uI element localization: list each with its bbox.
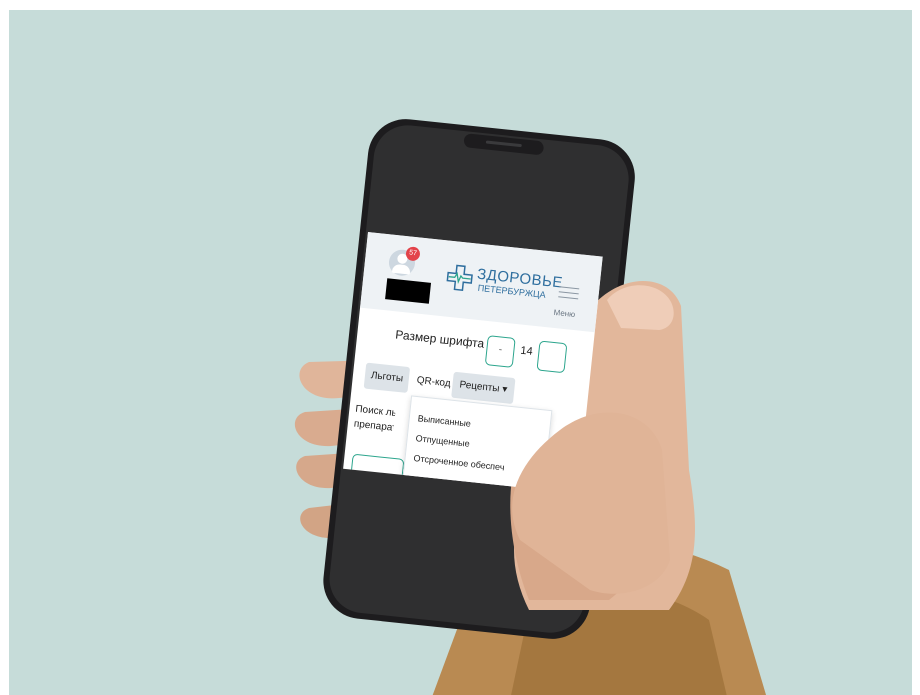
font-size-value: 14 [519, 344, 534, 358]
font-size-label: Размер шрифта [394, 327, 485, 351]
notification-badge[interactable]: 57 [405, 246, 421, 262]
decrease-font-button[interactable]: - [484, 335, 516, 368]
menu-button-label[interactable]: Меню [553, 308, 575, 319]
phone-screen: 57 ЗДОРОВЬЕ ПЕТЕРБУРЖЦА Меню Размер шриф… [343, 232, 603, 494]
drug-search-label: Поиск льго препаратов [353, 402, 396, 436]
hamburger-menu-icon[interactable] [558, 286, 580, 303]
medical-cross-icon [446, 264, 473, 292]
dropdown-item-dispensed[interactable]: Отпущенные [415, 433, 470, 449]
dropdown-item-issued[interactable]: Выписанные [417, 413, 471, 429]
tab-benefits[interactable]: Льготы [363, 362, 411, 393]
dropdown-item-deferred[interactable]: Отсроченное обеспеч [413, 453, 505, 472]
tab-qr-code[interactable]: QR-код [415, 368, 452, 397]
redacted-username [385, 278, 432, 304]
tab-prescriptions-dropdown[interactable]: Рецепты ▾ [451, 371, 516, 405]
drug-search-label-line2: препаратов [353, 418, 396, 436]
increase-font-button[interactable] [536, 340, 568, 374]
